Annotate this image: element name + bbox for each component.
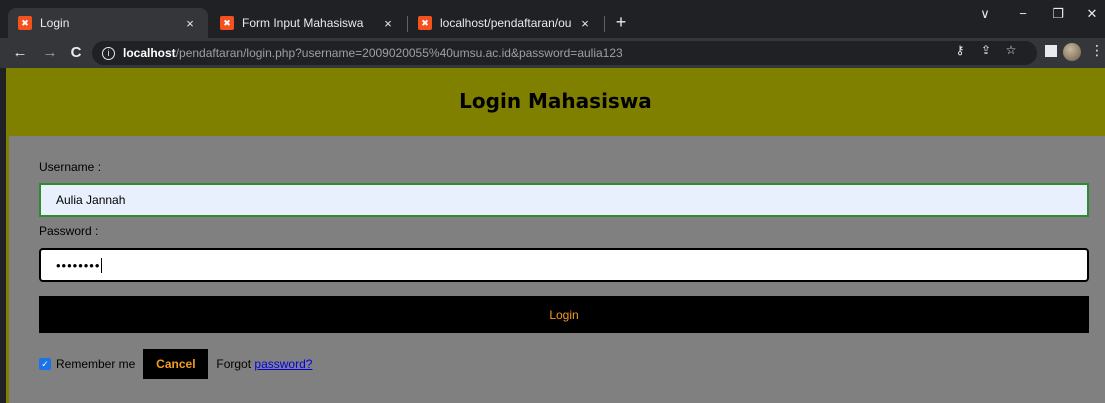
tab-title: Login — [40, 16, 70, 30]
tab-separator — [604, 16, 605, 32]
page-title: Login Mahasiswa — [459, 88, 652, 113]
close-icon[interactable]: × — [380, 16, 396, 31]
page-header: Login Mahasiswa — [6, 68, 1105, 133]
forgot-label: Forgot — [216, 357, 252, 371]
xampp-icon: ✖ — [418, 16, 432, 30]
restore-button[interactable]: ❐ — [1043, 6, 1073, 22]
tab-title: localhost/pendaftaran/output.ph — [440, 16, 571, 30]
xampp-icon: ✖ — [220, 16, 234, 30]
address-bar[interactable]: i localhost/pendaftaran/login.php?userna… — [92, 41, 1037, 65]
tab-search-icon[interactable]: ∨ — [970, 6, 1000, 22]
tab-title: Form Input Mahasiswa — [242, 16, 364, 30]
new-tab-button[interactable]: + — [610, 12, 632, 32]
reload-icon[interactable]: C — [66, 44, 86, 62]
tab-output[interactable]: ✖ localhost/pendaftaran/output.ph × — [408, 8, 603, 38]
remember-checkbox[interactable]: ✓ — [39, 358, 51, 370]
login-button[interactable]: Login — [39, 296, 1089, 333]
browser-toolbar: ← → C i localhost/pendaftaran/login.php?… — [0, 38, 1105, 68]
key-icon[interactable]: ⚷ — [952, 42, 968, 58]
username-input[interactable] — [39, 183, 1089, 217]
text-cursor — [101, 257, 103, 273]
cancel-button[interactable]: Cancel — [143, 349, 209, 379]
sidebar-icon[interactable] — [1045, 45, 1057, 57]
url-path: /pendaftaran/login.php?username=20090200… — [175, 46, 623, 60]
site-info-icon[interactable]: i — [102, 46, 115, 60]
share-icon[interactable]: ⇪ — [978, 42, 994, 58]
menu-icon[interactable]: ⋮ — [1090, 42, 1104, 59]
tab-strip: ✖ Login × ✖ Form Input Mahasiswa × ✖ loc… — [0, 0, 1105, 38]
username-label: Username : — [39, 160, 102, 174]
xampp-icon: ✖ — [18, 16, 32, 30]
forgot-password-link[interactable]: password? — [254, 357, 312, 371]
close-icon[interactable]: × — [182, 16, 198, 31]
url-host: localhost — [123, 46, 176, 60]
star-icon[interactable]: ☆ — [1003, 42, 1019, 58]
tab-form-input-mahasiswa[interactable]: ✖ Form Input Mahasiswa × — [210, 8, 406, 38]
remember-label: Remember me — [56, 357, 136, 371]
profile-avatar[interactable] — [1063, 43, 1081, 61]
password-mask: •••••••• — [56, 257, 101, 273]
remember-row: ✓ Remember me Cancel Forgot password? — [39, 349, 312, 379]
back-icon[interactable]: ← — [10, 44, 30, 62]
page-content: Login Mahasiswa Username : Password : ••… — [0, 68, 1105, 403]
forgot-text: Forgot password? — [216, 357, 312, 371]
forward-icon[interactable]: → — [40, 44, 60, 62]
window-close-button[interactable]: ✕ — [1077, 6, 1105, 22]
login-form: Username : Password : •••••••• Login ✓ R… — [6, 133, 1105, 403]
minimize-button[interactable]: − — [1008, 6, 1038, 21]
password-input[interactable]: •••••••• — [39, 248, 1089, 282]
password-label: Password : — [39, 224, 99, 238]
close-icon[interactable]: × — [577, 16, 593, 31]
tab-login[interactable]: ✖ Login × — [8, 8, 208, 38]
